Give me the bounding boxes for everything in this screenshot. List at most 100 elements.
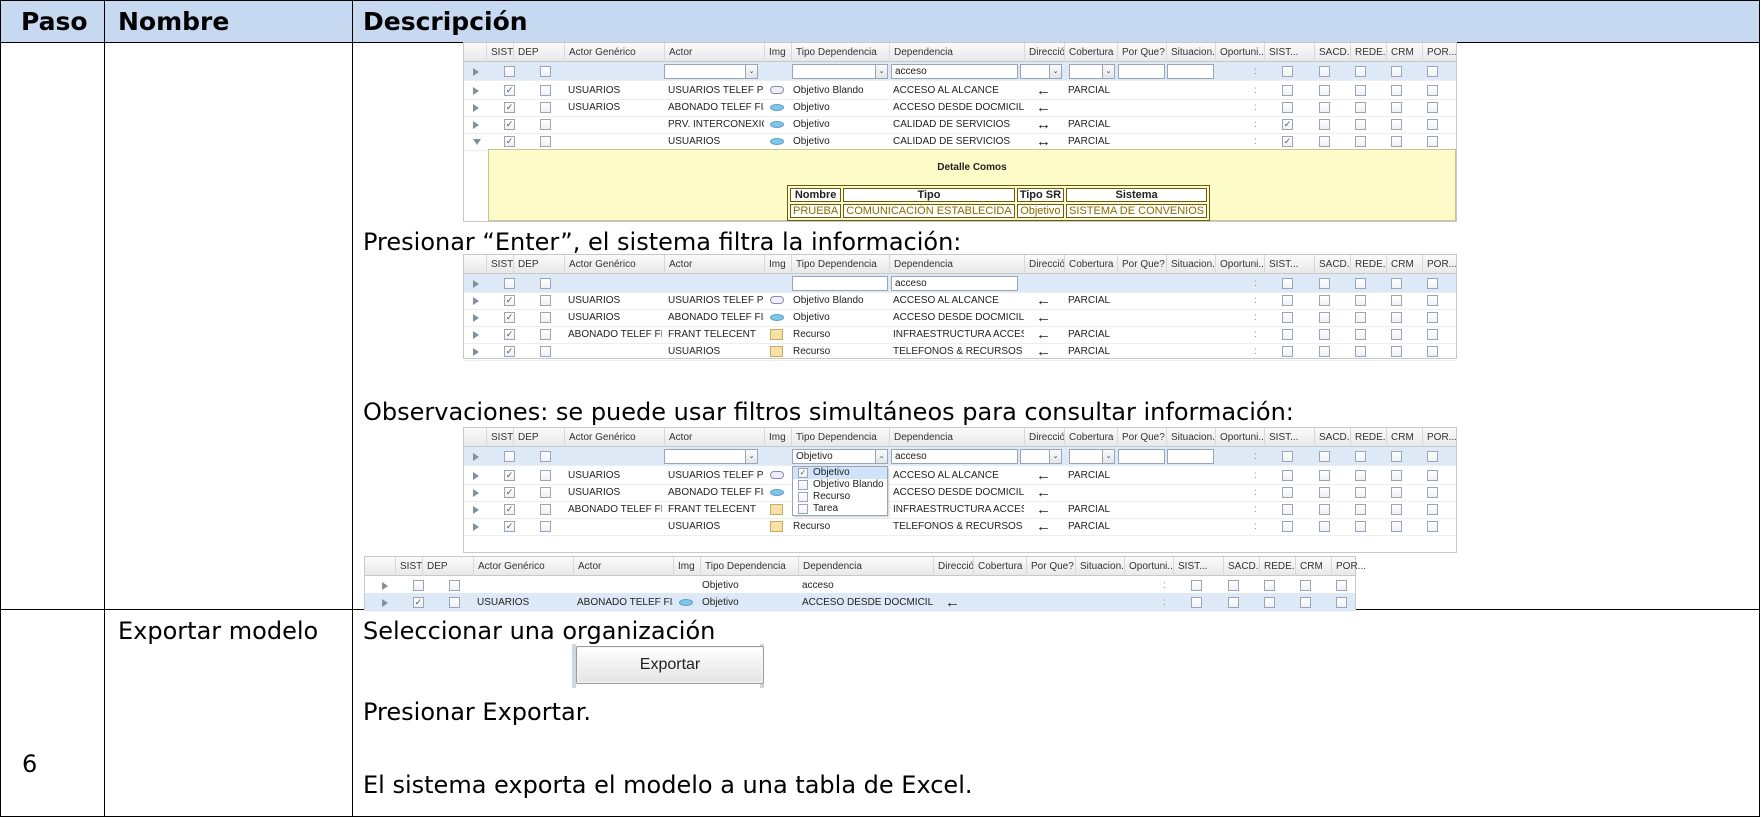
column-header[interactable]: Por Que? [1117, 255, 1166, 274]
expand-arrow-icon[interactable] [473, 314, 479, 322]
crm-checkbox[interactable] [1391, 102, 1402, 113]
column-header[interactable]: SIST... [1264, 255, 1314, 274]
column-header[interactable]: REDE... [1350, 43, 1386, 62]
sist2-checkbox[interactable] [1191, 580, 1202, 591]
sist-checkbox[interactable]: ✓ [504, 470, 515, 481]
column-header[interactable]: Por Que? [1117, 428, 1166, 447]
expand-arrow-icon[interactable] [473, 87, 479, 95]
column-header[interactable]: Situacion... [1166, 43, 1215, 62]
sacd-checkbox[interactable] [1319, 521, 1330, 532]
column-header[interactable]: Tipo Dependencia [791, 43, 889, 62]
sist-checkbox[interactable]: ✓ [504, 119, 515, 130]
sist2-checkbox[interactable]: ✓ [1282, 136, 1293, 147]
sacd-checkbox[interactable] [1228, 580, 1239, 591]
column-header[interactable]: DEP ... [513, 255, 539, 274]
column-header[interactable]: Situacion... [1166, 428, 1215, 447]
rede-checkbox[interactable] [1355, 85, 1366, 96]
sist2-checkbox[interactable] [1282, 487, 1293, 498]
column-header[interactable]: Img [764, 43, 791, 62]
sist-checkbox[interactable]: ✓ [504, 329, 515, 340]
column-header[interactable]: CRM [1386, 43, 1422, 62]
situacion-filter-input[interactable] [1167, 64, 1214, 79]
por-checkbox[interactable] [1427, 119, 1438, 130]
situacion-filter-input[interactable] [1167, 449, 1214, 464]
column-header[interactable]: POR... [1422, 428, 1458, 447]
column-header[interactable]: SIST... [486, 43, 513, 62]
grid-multi-filter[interactable]: SIST...DEP ...Actor GenéricoActorImgTipo… [463, 427, 1457, 553]
sacd-checkbox[interactable] [1319, 102, 1330, 113]
sist2-checkbox[interactable] [1282, 66, 1293, 77]
sist-checkbox[interactable]: ✓ [504, 102, 515, 113]
column-header[interactable]: Oportuni... [1215, 428, 1264, 447]
sist2-checkbox[interactable] [1282, 85, 1293, 96]
rede-checkbox[interactable] [1355, 470, 1366, 481]
sist-checkbox[interactable]: ✓ [504, 521, 515, 532]
option-checkbox[interactable] [798, 480, 808, 490]
column-header[interactable]: Cobertura [973, 557, 1026, 576]
por-checkbox[interactable] [1427, 136, 1438, 147]
expand-arrow-icon[interactable] [473, 523, 479, 531]
grid-multi-filter-result[interactable]: SIST...DEP ...Actor GenéricoActorImgTipo… [364, 556, 1366, 612]
option-checkbox[interactable]: ✓ [798, 468, 808, 478]
column-header[interactable]: Dependencia [889, 428, 1024, 447]
column-header[interactable]: DEP ... [422, 557, 448, 576]
table-row[interactable]: ✓ USUARIOS Recurso TELEFONOS & RECURSOS A..… [464, 517, 1456, 536]
column-header[interactable]: Dirección [933, 557, 973, 576]
sacd-checkbox[interactable] [1319, 312, 1330, 323]
actor-filter-input[interactable] [664, 449, 758, 464]
grid-filtered-dependencia[interactable]: SIST...DEP ...Actor GenéricoActorImgTipo… [463, 42, 1457, 222]
dropdown-option[interactable]: Recurso [793, 491, 887, 503]
sacd-checkbox[interactable] [1319, 85, 1330, 96]
column-header[interactable]: Por Que? [1117, 43, 1166, 62]
column-header[interactable]: Actor Genérico [473, 557, 573, 576]
option-checkbox[interactable] [798, 492, 808, 502]
expand-arrow-icon[interactable] [473, 121, 479, 129]
dep-checkbox[interactable] [540, 136, 551, 147]
rede-checkbox[interactable] [1264, 580, 1275, 591]
chevron-down-icon[interactable]: ⌄ [1102, 449, 1115, 464]
chevron-down-icon[interactable]: ⌄ [745, 449, 758, 464]
sacd-checkbox[interactable] [1319, 278, 1330, 289]
por-checkbox[interactable] [1427, 521, 1438, 532]
sist2-checkbox[interactable] [1282, 451, 1293, 462]
column-header[interactable]: POR... [1422, 255, 1458, 274]
column-header[interactable]: Img [764, 428, 791, 447]
expand-arrow-icon[interactable] [473, 139, 481, 145]
column-header[interactable]: Dirección [1024, 428, 1064, 447]
sist-checkbox[interactable]: ✓ [504, 295, 515, 306]
rede-checkbox[interactable] [1355, 136, 1366, 147]
column-header[interactable]: Actor [664, 428, 764, 447]
column-header[interactable]: DEP ... [513, 43, 539, 62]
crm-checkbox[interactable] [1391, 85, 1402, 96]
sist-checkbox[interactable]: ✓ [504, 346, 515, 357]
column-header[interactable]: SIST... [1264, 43, 1314, 62]
sist2-checkbox[interactable] [1282, 470, 1293, 481]
crm-checkbox[interactable] [1391, 346, 1402, 357]
expand-arrow-icon[interactable] [473, 348, 479, 356]
sist-filter-checkbox[interactable] [413, 580, 424, 591]
expand-arrow-icon[interactable] [473, 506, 479, 514]
crm-checkbox[interactable] [1300, 580, 1311, 591]
expand-arrow-icon[interactable] [382, 599, 388, 607]
column-header[interactable]: POR... [1422, 43, 1458, 62]
rede-checkbox[interactable] [1264, 597, 1275, 608]
sist-filter-checkbox[interactable] [504, 66, 515, 77]
rede-checkbox[interactable] [1355, 521, 1366, 532]
rede-checkbox[interactable] [1355, 487, 1366, 498]
rede-checkbox[interactable] [1355, 329, 1366, 340]
dropdown-option[interactable]: Objetivo Blando [793, 479, 887, 491]
column-header[interactable]: SACD... [1223, 557, 1259, 576]
dep-filter-checkbox[interactable] [540, 66, 551, 77]
sist-checkbox[interactable]: ✓ [504, 136, 515, 147]
column-header[interactable]: CRM [1386, 255, 1422, 274]
dep-checkbox[interactable] [540, 470, 551, 481]
column-header[interactable]: REDE... [1350, 428, 1386, 447]
dep-checkbox[interactable] [540, 119, 551, 130]
sist-checkbox[interactable]: ✓ [504, 312, 515, 323]
sacd-checkbox[interactable] [1319, 119, 1330, 130]
column-header[interactable]: Cobertura [1064, 43, 1117, 62]
sacd-checkbox[interactable] [1319, 346, 1330, 357]
crm-checkbox[interactable] [1391, 487, 1402, 498]
crm-checkbox[interactable] [1391, 451, 1402, 462]
por-checkbox[interactable] [1427, 312, 1438, 323]
